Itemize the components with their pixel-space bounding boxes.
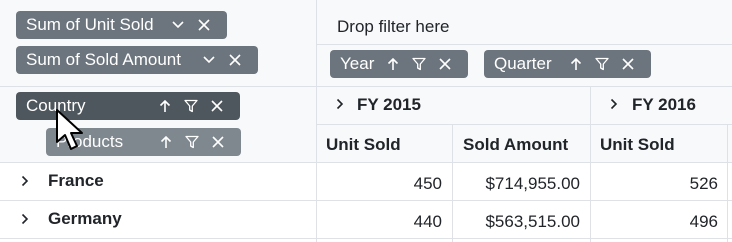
chevron-right-icon[interactable]: [17, 209, 33, 229]
column-header-unit-sold[interactable]: Unit Sold: [600, 135, 675, 155]
chip-label: Year: [340, 54, 375, 73]
value-chip-sum-of-unit-sold[interactable]: Sum of Unit Sold: [16, 11, 227, 39]
chevron-right-icon[interactable]: [17, 171, 33, 191]
row-chip-country[interactable]: Country: [16, 92, 240, 120]
table-cell: 496: [689, 212, 718, 231]
row-header-germany: Germany: [48, 209, 122, 228]
table-cell: 526: [689, 174, 718, 193]
value-chip-sum-of-sold-amount[interactable]: Sum of Sold Amount: [16, 46, 258, 74]
funnel-icon[interactable]: [589, 52, 615, 76]
funnel-icon[interactable]: [179, 130, 205, 154]
chip-label: Sum of Unit Sold: [26, 15, 154, 34]
chevron-down-icon[interactable]: [165, 13, 191, 37]
arrow-up-icon[interactable]: [152, 94, 178, 118]
column-group-fy-2015: FY 2015: [357, 95, 421, 114]
close-icon[interactable]: [205, 130, 231, 154]
arrow-up-icon[interactable]: [563, 52, 589, 76]
close-icon[interactable]: [204, 94, 230, 118]
arrow-up-icon[interactable]: [153, 130, 179, 154]
filter-drop-placeholder[interactable]: Drop filter here: [337, 17, 449, 37]
chevron-right-icon[interactable]: [606, 94, 622, 114]
chip-label: Quarter: [494, 54, 552, 73]
column-chip-year[interactable]: Year: [330, 50, 468, 78]
table-cell: $563,515.00: [485, 212, 580, 231]
close-icon[interactable]: [615, 52, 641, 76]
chip-label: Sum of Sold Amount: [26, 50, 181, 69]
row-header-france: France: [48, 171, 104, 190]
chevron-down-icon[interactable]: [196, 48, 222, 72]
funnel-icon[interactable]: [406, 52, 432, 76]
table-cell: 440: [413, 212, 442, 231]
close-icon[interactable]: [222, 48, 248, 72]
mouse-pointer-icon: [56, 109, 83, 150]
close-icon[interactable]: [432, 52, 458, 76]
close-icon[interactable]: [191, 13, 217, 37]
column-group-fy-2016: FY 2016: [632, 95, 696, 114]
arrow-up-icon[interactable]: [380, 52, 406, 76]
column-header-sold-amount[interactable]: Sold Amount: [463, 135, 568, 155]
column-chip-quarter[interactable]: Quarter: [484, 50, 651, 78]
table-cell: 450: [413, 174, 442, 193]
table-cell: $714,955.00: [485, 174, 580, 193]
funnel-icon[interactable]: [178, 94, 204, 118]
chevron-right-icon[interactable]: [332, 94, 348, 114]
column-header-unit-sold[interactable]: Unit Sold: [326, 135, 401, 155]
